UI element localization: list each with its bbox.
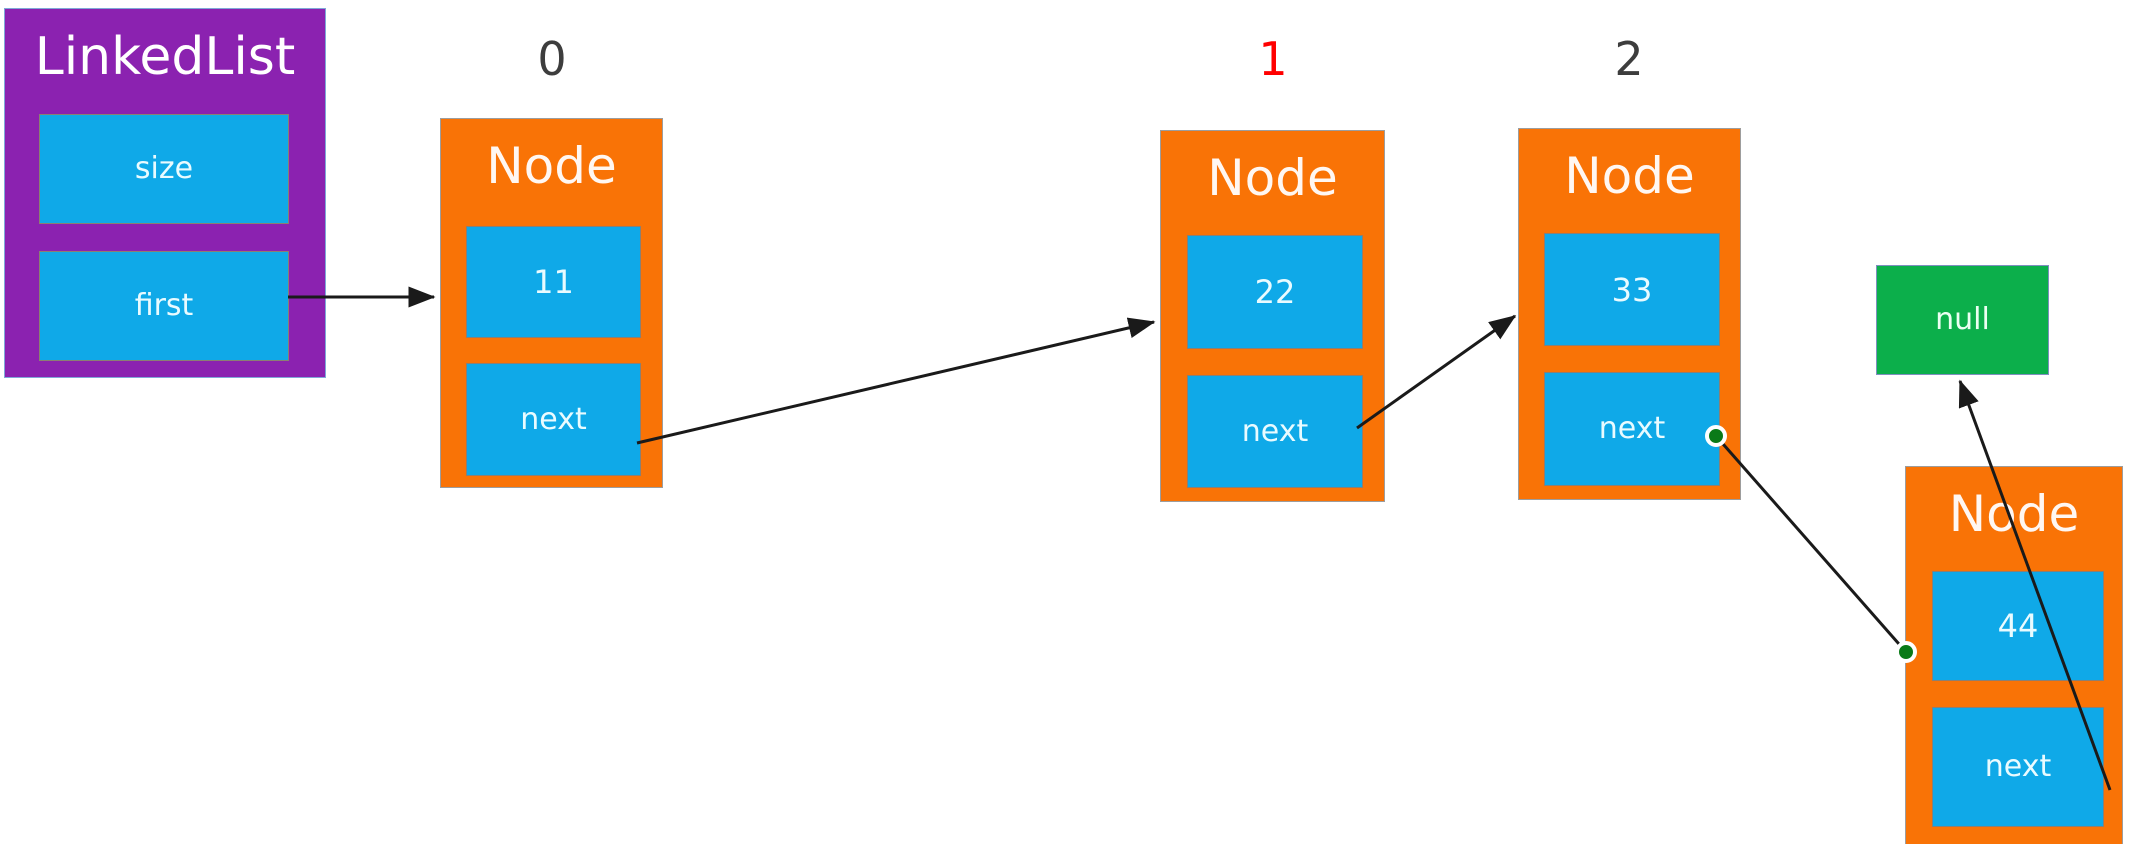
- node-title-3: Node: [1948, 485, 2080, 543]
- node-value-3[interactable]: 44: [1932, 571, 2104, 681]
- edge-node2-to-node3: [1714, 435, 1908, 653]
- linkedlist-field-size[interactable]: size: [39, 114, 289, 224]
- node-title-1: Node: [1207, 149, 1338, 207]
- node-box-1[interactable]: Node 22 next: [1160, 130, 1385, 502]
- index-label-2: 2: [1614, 32, 1644, 86]
- linkedlist-field-first[interactable]: first: [39, 251, 289, 361]
- node-next-3[interactable]: next: [1932, 707, 2104, 827]
- node-next-2[interactable]: next: [1544, 372, 1720, 486]
- node-value-0[interactable]: 11: [466, 226, 641, 338]
- node-box-2[interactable]: Node 33 next: [1518, 128, 1741, 500]
- null-box[interactable]: null: [1876, 265, 2049, 375]
- node-value-1[interactable]: 22: [1187, 235, 1363, 349]
- node-title-0: Node: [486, 137, 617, 195]
- node-next-1[interactable]: next: [1187, 375, 1363, 488]
- index-label-0: 0: [537, 32, 567, 86]
- node-box-3[interactable]: Node 44 next: [1905, 466, 2123, 844]
- node-box-0[interactable]: Node 11 next: [440, 118, 663, 488]
- linkedlist-box[interactable]: LinkedList size first: [4, 8, 326, 378]
- linkedlist-title: LinkedList: [34, 27, 296, 87]
- node-value-2[interactable]: 33: [1544, 233, 1720, 346]
- index-label-1: 1: [1258, 32, 1288, 86]
- node-title-2: Node: [1564, 147, 1695, 205]
- edge-node0-to-node1: [636, 317, 1156, 445]
- node-next-0[interactable]: next: [466, 363, 641, 476]
- diagram-canvas: 0 1 2 LinkedList size first Node 11 next…: [0, 0, 2132, 844]
